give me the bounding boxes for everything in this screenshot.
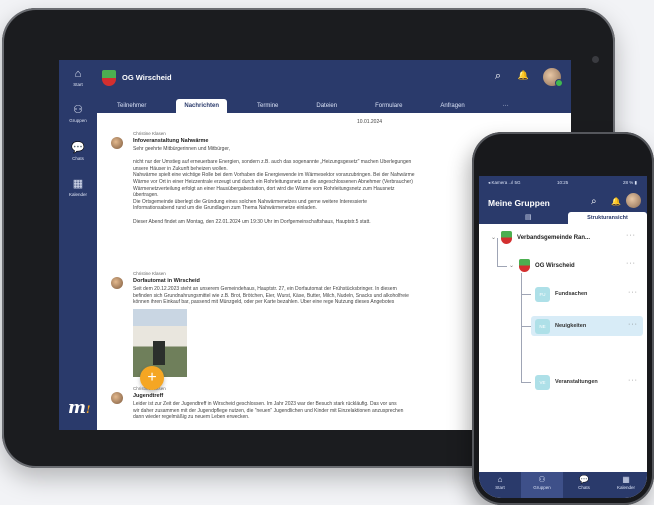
group-badge: NE: [535, 318, 550, 334]
sidebar-item-label: Kalender: [68, 192, 87, 197]
nav-start[interactable]: ⌂ Start: [479, 472, 521, 498]
tab-requests[interactable]: Anfragen: [432, 99, 472, 113]
sidebar-item-groups[interactable]: ⚇ Gruppen: [59, 104, 97, 123]
tree-item-veranstaltungen[interactable]: VE Veranstaltungen ···: [531, 372, 643, 392]
calendar-icon: ▦: [622, 475, 630, 484]
crest-icon: [501, 231, 513, 244]
nav-calendar[interactable]: ▦ Kalender: [605, 472, 647, 498]
tab-appointments[interactable]: Termine: [249, 99, 286, 113]
tree-item-label: Veranstaltungen: [555, 379, 598, 385]
group-crest-icon: [102, 70, 116, 86]
nav-label: Chats: [578, 485, 590, 490]
group-badge: VE: [535, 374, 550, 390]
tab-forms[interactable]: Formulare: [367, 99, 410, 113]
bottom-nav: ⌂ Start ⚇ Gruppen 💬 Chats ▦ Kalender: [479, 472, 647, 498]
chats-icon: 💬: [71, 142, 85, 154]
top-bar: OG Wirscheid ⌕ 🔔: [97, 60, 571, 96]
view-tabs: ▤ Strukturansicht: [479, 212, 647, 224]
status-carrier: ◂ Kamera ..ıl 5G: [488, 180, 521, 185]
tree-item-og-wirscheid[interactable]: ⌄ OG Wirscheid: [509, 259, 575, 272]
tree-item-root[interactable]: ⌄ Verbandsgemeinde Ran...: [491, 231, 590, 244]
sidebar-item-label: Gruppen: [69, 118, 87, 123]
tree-connector: [521, 294, 531, 295]
logo-letter: m: [68, 398, 86, 418]
nav-label: Start: [495, 485, 505, 490]
group-badge: FU: [535, 286, 550, 302]
more-icon[interactable]: ···: [626, 232, 636, 239]
avatar[interactable]: [626, 193, 641, 208]
chevron-down-icon[interactable]: ⌄: [491, 234, 496, 241]
nav-groups[interactable]: ⚇ Gruppen: [521, 472, 563, 498]
tree-item-fundsachen[interactable]: FU Fundsachen ···: [531, 284, 643, 304]
date-separator: 10.01.2024: [357, 119, 383, 125]
author-avatar: [111, 277, 123, 289]
nav-chats[interactable]: 💬 Chats: [563, 472, 605, 498]
more-icon[interactable]: ···: [626, 260, 636, 267]
chevron-down-icon[interactable]: ⌄: [509, 262, 514, 269]
add-button[interactable]: +: [140, 366, 164, 390]
bell-icon[interactable]: 🔔: [611, 197, 621, 206]
page-title: OG Wirscheid: [122, 73, 172, 82]
calendar-icon: ▦: [72, 178, 84, 190]
avatar[interactable]: [543, 68, 563, 87]
bell-icon[interactable]: 🔔: [518, 70, 529, 81]
tab-structure-view[interactable]: Strukturansicht: [568, 212, 647, 224]
author-avatar: [111, 137, 123, 149]
sidebar-item-chats[interactable]: 💬 Chats: [59, 142, 97, 161]
sidebar-item-label: Chats: [72, 156, 84, 161]
tablet-camera: [592, 56, 599, 63]
sidebar-item-calendar[interactable]: ▦ Kalender: [59, 178, 97, 197]
groups-icon: ⚇: [73, 104, 83, 116]
sidebar-item-start[interactable]: ⌂ Start: [59, 68, 97, 87]
search-icon[interactable]: ⌕: [495, 70, 501, 83]
status-time: 10:25: [557, 180, 569, 185]
tree-item-neuigkeiten[interactable]: NE Neuigkeiten ···: [531, 316, 643, 336]
tree-connector: [521, 326, 531, 327]
start-icon: ⌂: [74, 68, 82, 80]
status-battery: 28 % ▮: [623, 180, 637, 185]
tree-connector: [521, 382, 531, 383]
groups-icon: ⚇: [538, 475, 546, 484]
more-icon[interactable]: ···: [628, 321, 638, 328]
logo-mark: !: [86, 405, 91, 416]
more-icon[interactable]: ···: [628, 377, 638, 384]
app-logo[interactable]: m!: [68, 398, 90, 418]
tab-more[interactable]: ···: [495, 99, 517, 113]
tree-item-label: OG Wirscheid: [535, 262, 575, 269]
tab-files[interactable]: Dateien: [308, 99, 345, 113]
phone-header: ◂ Kamera ..ıl 5G 10:25 28 % ▮ Meine Grup…: [479, 176, 647, 224]
tree-item-label: Neuigkeiten: [555, 323, 587, 329]
phone-screen: ◂ Kamera ..ıl 5G 10:25 28 % ▮ Meine Grup…: [479, 176, 647, 498]
tab-bar: Teilnehmer Nachrichten Termine Dateien F…: [97, 96, 571, 113]
page-title: Meine Gruppen: [488, 198, 550, 208]
tree-item-label: Fundsachen: [555, 291, 588, 297]
tree-connector: [521, 273, 522, 383]
vending-machine-photo[interactable]: [133, 308, 187, 377]
sidebar: ⌂ Start ⚇ Gruppen 💬 Chats ▦ Kalender m!: [59, 60, 97, 430]
list-view-icon[interactable]: ▤: [525, 213, 532, 221]
nav-label: Kalender: [616, 485, 635, 490]
tab-messages[interactable]: Nachrichten: [176, 99, 228, 113]
crest-icon: [519, 259, 531, 272]
tree-connector: [497, 266, 507, 267]
more-icon[interactable]: ···: [628, 289, 638, 296]
sidebar-item-label: Start: [73, 82, 83, 87]
phone-device: ◂ Kamera ..ıl 5G 10:25 28 % ▮ Meine Grup…: [472, 132, 654, 505]
author-avatar: [111, 392, 123, 404]
nav-label: Gruppen: [533, 485, 551, 490]
tab-participants[interactable]: Teilnehmer: [109, 99, 154, 113]
start-icon: ⌂: [497, 475, 503, 484]
tree-item-label: Verbandsgemeinde Ran...: [517, 234, 591, 241]
search-icon[interactable]: ⌕: [591, 196, 597, 207]
chats-icon: 💬: [579, 475, 589, 484]
